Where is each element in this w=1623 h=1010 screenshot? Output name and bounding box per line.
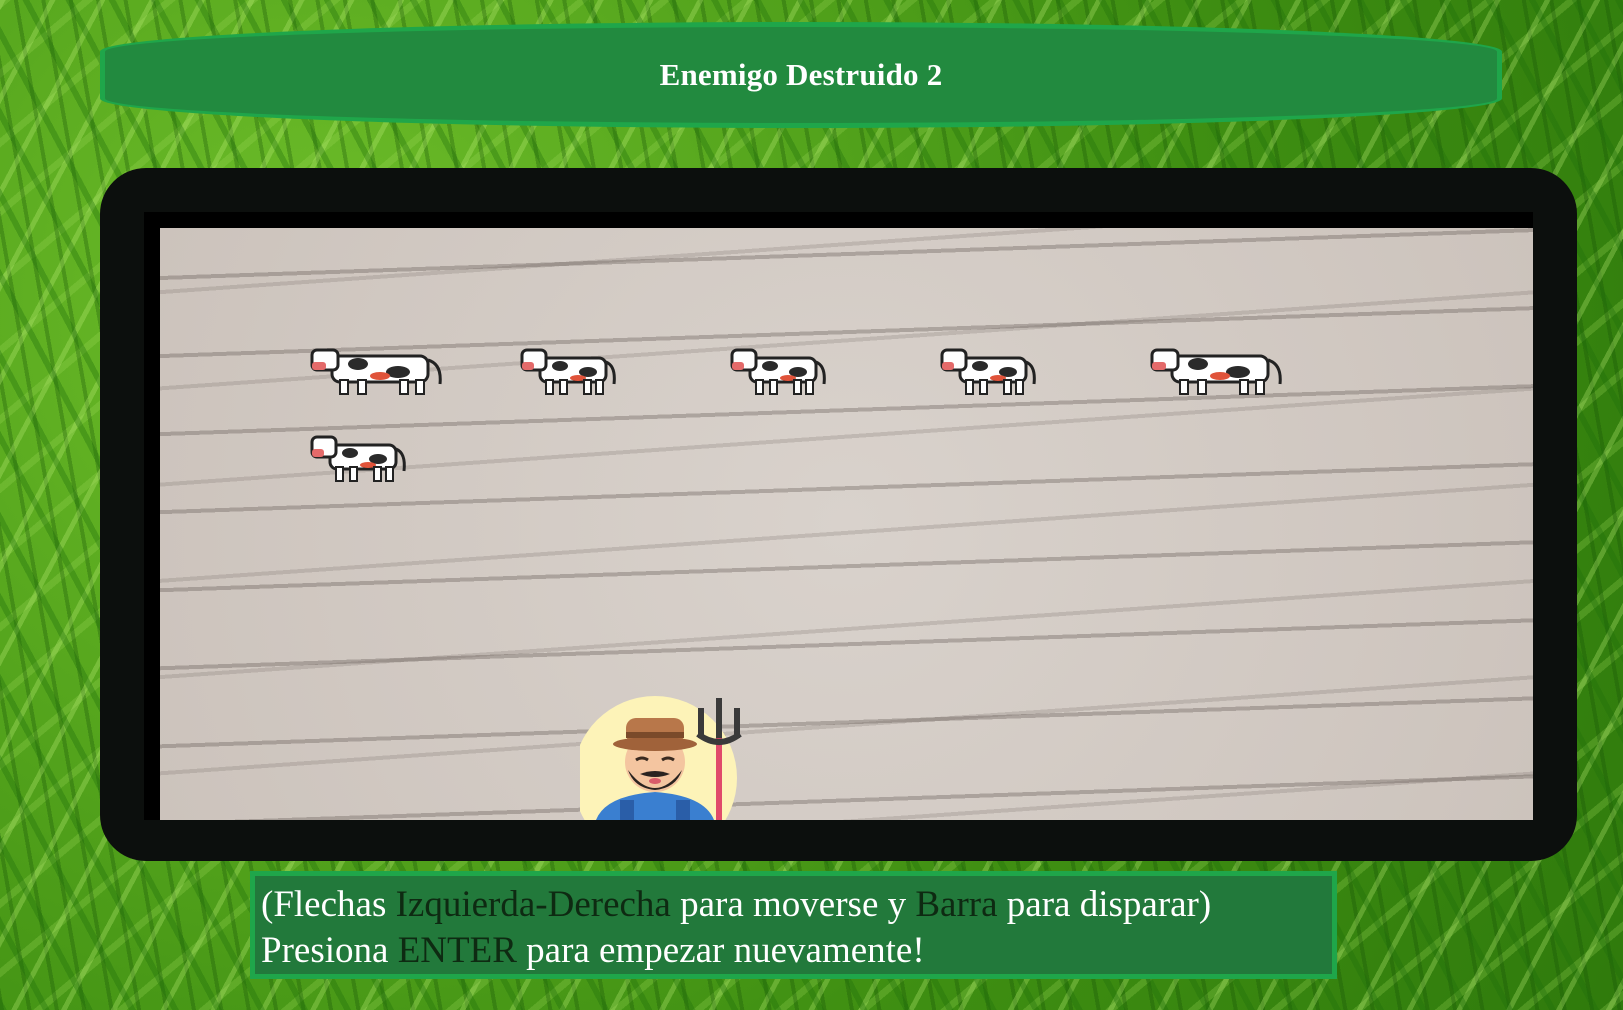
instructions-text: (Flechas [261,884,396,925]
arrow-keys-label: Izquierda-Derecha [395,884,671,925]
score-label: Enemigo Destruido 2 [659,57,943,92]
spacebar-label: Barra [915,884,998,925]
instructions-text: para empezar nuevamente! [516,930,925,971]
instructions-text: para disparar) [997,884,1212,925]
cow-icon [730,348,826,395]
instructions-text: Presiona [261,930,398,971]
enter-key-label: ENTER [397,930,517,971]
score-banner: Enemigo Destruido 2 [100,22,1502,128]
cow-icon [940,348,1036,395]
cow-icon [310,435,406,482]
canvas-border-top [144,212,1533,228]
canvas-border-left [144,212,160,820]
farmer-icon [580,696,742,820]
instructions-line-1: (Flechas Izquierda-Derecha para moverse … [261,882,1326,928]
game-canvas[interactable] [160,228,1533,820]
cow-icon [1150,348,1282,395]
game-frame [100,168,1577,861]
cow-icon [310,348,442,395]
instructions-box: (Flechas Izquierda-Derecha para moverse … [250,871,1337,979]
instructions-text: para moverse y [670,884,916,925]
instructions-line-2: Presiona ENTER para empezar nuevamente! [261,928,1326,974]
cow-icon [520,348,616,395]
